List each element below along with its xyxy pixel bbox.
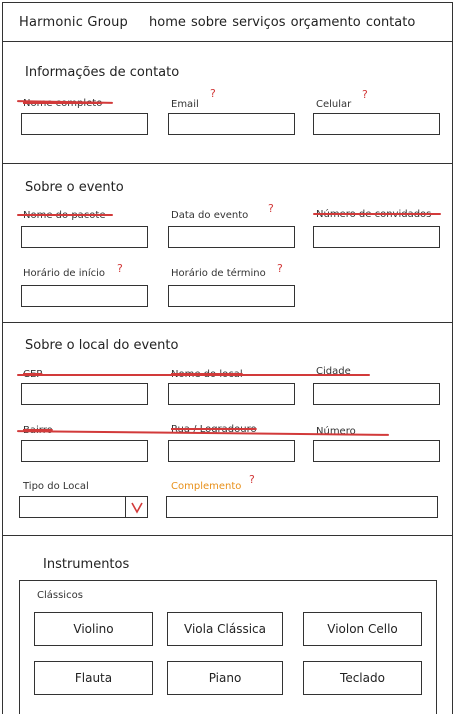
strike-annotation <box>17 374 370 376</box>
cep-input[interactable] <box>21 383 148 405</box>
tipo-local-select[interactable] <box>19 496 148 518</box>
email-input[interactable] <box>168 113 295 135</box>
section-title: Sobre o local do evento <box>25 338 179 353</box>
nome-pacote-input[interactable] <box>21 226 148 248</box>
label-email: Email <box>171 99 199 110</box>
instrument-button-viola-classica[interactable]: Viola Clássica <box>167 612 283 646</box>
strike-annotation <box>17 214 113 216</box>
chevron-down-icon[interactable] <box>125 497 147 517</box>
nav-servicos[interactable]: serviços <box>232 15 285 30</box>
question-mark-annotation: ? <box>362 88 368 101</box>
question-mark-annotation: ? <box>268 202 274 215</box>
label-celular: Celular <box>316 99 352 110</box>
instrument-button-teclado[interactable]: Teclado <box>303 661 422 695</box>
celular-input[interactable] <box>313 113 440 135</box>
nome-local-input[interactable] <box>168 383 295 405</box>
section-contact-info: Informações de contato Nome completo Ema… <box>3 42 452 164</box>
nav-sobre[interactable]: sobre <box>191 15 227 30</box>
label-data-evento: Data do evento <box>171 210 249 221</box>
instrument-button-piano[interactable]: Piano <box>167 661 283 695</box>
complemento-input[interactable] <box>166 496 438 518</box>
label-horario-termino: Horário de término <box>171 268 266 279</box>
section-event: Sobre o evento Nome do pacote Data do ev… <box>3 164 452 323</box>
nav-home[interactable]: home <box>149 15 186 30</box>
numero-input[interactable] <box>313 440 440 462</box>
instruments-group-box: Clássicos Violino Viola Clássica Violon … <box>19 580 437 714</box>
question-mark-annotation: ? <box>117 262 123 275</box>
question-mark-annotation: ? <box>277 262 283 275</box>
brand-logo-text[interactable]: Harmonic Group <box>19 15 128 30</box>
horario-inicio-input[interactable] <box>21 285 148 307</box>
nav-contato[interactable]: contato <box>366 15 415 30</box>
label-tipo-local: Tipo do Local <box>23 481 89 492</box>
strike-annotation <box>313 213 441 215</box>
header: Harmonic Group home sobre serviços orçam… <box>3 3 452 42</box>
instrument-button-violino[interactable]: Violino <box>34 612 153 646</box>
section-venue: Sobre o local do evento CEP Nome do loca… <box>3 323 452 536</box>
question-mark-annotation: ? <box>249 473 255 486</box>
data-evento-input[interactable] <box>168 226 295 248</box>
section-title: Sobre o evento <box>25 180 124 195</box>
nav-orcamento[interactable]: orçamento <box>291 15 361 30</box>
section-title: Informações de contato <box>25 65 180 80</box>
page-frame: Harmonic Group home sobre serviços orçam… <box>2 2 453 714</box>
main-nav: home sobre serviços orçamento contato <box>149 15 415 30</box>
bairro-input[interactable] <box>21 440 148 462</box>
group-label: Clássicos <box>37 590 83 601</box>
question-mark-annotation: ? <box>210 87 216 100</box>
instrument-button-violon-cello[interactable]: Violon Cello <box>303 612 422 646</box>
nome-completo-input[interactable] <box>21 113 148 135</box>
instrument-button-flauta[interactable]: Flauta <box>34 661 153 695</box>
section-title: Instrumentos <box>43 557 130 572</box>
label-horario-inicio: Horário de início <box>23 268 106 279</box>
rua-input[interactable] <box>168 440 295 462</box>
label-complemento: Complemento <box>171 481 242 492</box>
horario-termino-input[interactable] <box>168 285 295 307</box>
cidade-input[interactable] <box>313 383 440 405</box>
numero-convidados-input[interactable] <box>313 226 440 248</box>
